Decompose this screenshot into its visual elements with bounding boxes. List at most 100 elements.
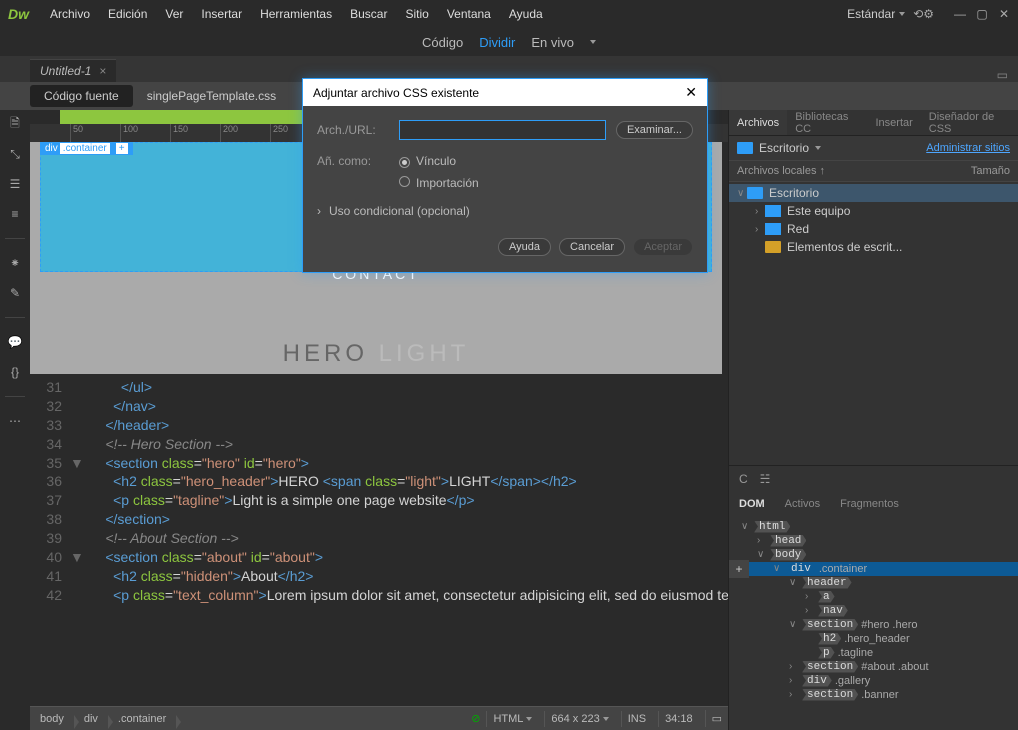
workspace-selector[interactable]: Estándar	[847, 7, 905, 21]
chevron-down-icon[interactable]	[590, 40, 596, 44]
dialog-titlebar[interactable]: Adjuntar archivo CSS existente ✕	[303, 79, 707, 106]
dom-tree-row[interactable]: p .tagline	[729, 646, 1018, 660]
minimize-icon[interactable]: ―	[954, 8, 966, 20]
maximize-icon[interactable]: ▢	[976, 8, 988, 20]
document-tab[interactable]: Untitled-1 ×	[30, 59, 116, 82]
dialog-close-icon[interactable]: ✕	[685, 84, 697, 101]
crumb-container[interactable]: .container	[108, 713, 176, 725]
manage-sites-link[interactable]: Administrar sitios	[926, 142, 1010, 154]
label-add-as: Añ. como:	[317, 154, 389, 168]
workspace-label: Estándar	[847, 7, 895, 21]
view-code[interactable]: Código	[422, 35, 463, 50]
cancel-button[interactable]: Cancelar	[559, 238, 625, 256]
file-tree-row[interactable]: ›Red	[729, 220, 1018, 238]
dom-tree-row[interactable]: ∨body	[729, 548, 1018, 562]
menu-site[interactable]: Sitio	[396, 7, 437, 21]
cursor-position: 34:18	[658, 711, 699, 727]
file-tree[interactable]: ∨Escritorio›Este equipo›RedElementos de …	[729, 182, 1018, 258]
crumb-div[interactable]: div	[74, 713, 108, 725]
view-live[interactable]: En vivo	[531, 35, 574, 50]
menu-help[interactable]: Ayuda	[500, 7, 552, 21]
error-icon[interactable]: ⊘	[471, 712, 480, 725]
element-selector-chip[interactable]: div .container +	[40, 142, 133, 155]
help-button[interactable]: Ayuda	[498, 238, 551, 256]
preview-hero-text: HERO LIGHT	[30, 340, 722, 368]
menu-view[interactable]: Ver	[156, 7, 192, 21]
folder-icon	[737, 142, 753, 154]
radio-link-label: Vínculo	[416, 154, 456, 168]
conditional-label: Uso condicional (opcional)	[329, 204, 470, 218]
collapse-icon[interactable]: ☵	[760, 472, 771, 486]
subtab-source[interactable]: Código fuente	[30, 85, 133, 107]
chip-tag: div	[45, 143, 58, 154]
chip-add-icon[interactable]: +	[116, 143, 128, 154]
file-icon[interactable]: 🗎	[7, 116, 23, 132]
ok-button[interactable]: Aceptar	[633, 238, 693, 256]
code-icon[interactable]: ≡	[7, 206, 23, 222]
browse-button[interactable]: Examinar...	[616, 121, 693, 139]
dom-tree-row[interactable]: ›div .gallery	[729, 674, 1018, 688]
dom-tree-row[interactable]: ›section #about .about	[729, 660, 1018, 674]
brush-icon[interactable]: ✎	[7, 285, 23, 301]
sync-icon[interactable]: ⟲⚙	[913, 7, 934, 21]
menu-insert[interactable]: Insertar	[192, 7, 251, 21]
dom-tree-row[interactable]: ∨html	[729, 520, 1018, 534]
more-icon[interactable]: ⋯	[7, 413, 23, 429]
tab-cc[interactable]: Bibliotecas CC	[787, 110, 867, 135]
col-size[interactable]: Tamaño	[971, 165, 1010, 177]
file-tree-row[interactable]: ∨Escritorio	[729, 184, 1018, 202]
dom-tree-row[interactable]: ›nav	[729, 604, 1018, 618]
view-mode-bar: Código Dividir En vivo	[0, 28, 1018, 56]
crumb-body[interactable]: body	[30, 713, 74, 725]
dom-tree-row[interactable]: ∨section #hero .hero	[729, 618, 1018, 632]
radio-import-label: Importación	[416, 176, 479, 190]
close-tab-icon[interactable]: ×	[99, 64, 106, 78]
wand-icon[interactable]: ⁕	[7, 255, 23, 271]
dom-tree-row[interactable]: ›head	[729, 534, 1018, 548]
list-icon[interactable]: ☰	[7, 176, 23, 192]
conditional-use-toggle[interactable]: › Uso condicional (opcional)	[317, 204, 693, 218]
status-bar: body div .container ⊘ HTML 664 x 223 INS…	[30, 706, 728, 730]
file-tree-row[interactable]: Elementos de escrit...	[729, 238, 1018, 256]
insert-mode[interactable]: INS	[621, 711, 652, 727]
expand-icon[interactable]: ⤡	[7, 146, 23, 162]
file-url-input[interactable]	[399, 120, 606, 140]
attach-css-dialog: Adjuntar archivo CSS existente ✕ Arch./U…	[302, 78, 708, 273]
dom-tree-row[interactable]: ∨header	[729, 576, 1018, 590]
close-icon[interactable]: ✕	[998, 8, 1010, 20]
dom-tree-row[interactable]: +∨div .container	[729, 562, 1018, 576]
site-root-selector[interactable]: Escritorio Administrar sitios	[729, 136, 1018, 160]
refresh-icon[interactable]: C	[739, 472, 748, 486]
radio-import[interactable]	[399, 176, 410, 187]
menu-find[interactable]: Buscar	[341, 7, 396, 21]
dom-tree-row[interactable]: ›a	[729, 590, 1018, 604]
tab-assets[interactable]: Activos	[775, 498, 830, 510]
dom-tree-row[interactable]: h2 .hero_header	[729, 632, 1018, 646]
bracket-icon[interactable]: {}	[7, 364, 23, 380]
tab-dom[interactable]: DOM	[729, 498, 775, 510]
radio-link[interactable]	[399, 157, 410, 168]
menu-tools[interactable]: Herramientas	[251, 7, 341, 21]
tab-insert[interactable]: Insertar	[867, 110, 920, 135]
menu-window[interactable]: Ventana	[438, 7, 500, 21]
app-logo: Dw	[8, 6, 29, 22]
tab-snippets[interactable]: Fragmentos	[830, 498, 909, 510]
dom-tree-row[interactable]: ›section .banner	[729, 688, 1018, 702]
comment-icon[interactable]: 💬	[7, 334, 23, 350]
separator	[5, 396, 25, 397]
code-editor[interactable]: 31 </ul>32 </nav>33 </header>34 <!-- Her…	[30, 374, 728, 706]
dimensions-selector[interactable]: 664 x 223	[544, 711, 614, 727]
overflow-icon[interactable]: ▭	[705, 710, 728, 727]
root-label: Escritorio	[759, 141, 809, 155]
encoding-selector[interactable]: HTML	[486, 711, 538, 727]
col-local-files[interactable]: Archivos locales ↑	[737, 165, 971, 177]
menu-file[interactable]: Archivo	[41, 7, 99, 21]
tab-css[interactable]: Diseñador de CSS	[921, 110, 1018, 135]
subtab-css1[interactable]: singlePageTemplate.css	[133, 85, 290, 107]
file-tree-row[interactable]: ›Este equipo	[729, 202, 1018, 220]
view-split[interactable]: Dividir	[479, 35, 515, 50]
dom-tree[interactable]: ∨html›head∨body+∨div .container∨header›a…	[729, 516, 1018, 730]
tab-files[interactable]: Archivos	[729, 110, 787, 135]
tab-overflow-icon[interactable]: ▭	[997, 68, 1008, 82]
menu-edit[interactable]: Edición	[99, 7, 156, 21]
